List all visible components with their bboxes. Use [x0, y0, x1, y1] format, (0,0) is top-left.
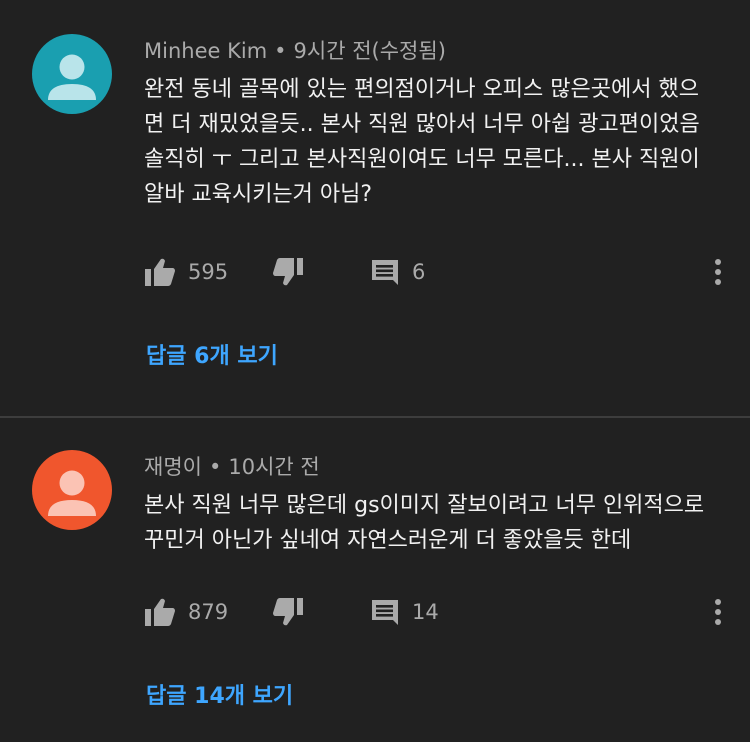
- thumbs-up-icon: [145, 598, 175, 626]
- comment-item: Minhee Kim • 9시간 전(수정됨) 완전 동네 골목에 있는 편의점이거…: [0, 0, 750, 416]
- avatar[interactable]: [32, 34, 112, 114]
- view-replies-link[interactable]: 답글 14개 보기: [146, 678, 293, 710]
- comment-text-line: 완전 동네 골목에 있는 편의점이거나 오피스 많은곳에서 했으: [144, 77, 699, 102]
- thumbs-down-icon: [273, 598, 303, 626]
- reply-button[interactable]: 14: [370, 592, 439, 632]
- avatar-person-icon: [32, 34, 112, 114]
- comment-time: 9시간 전(수정됨): [293, 39, 446, 63]
- like-button[interactable]: 879: [144, 592, 228, 632]
- meta-separator: •: [274, 39, 287, 63]
- comment-actions: 879 14: [144, 592, 750, 632]
- more-options-button[interactable]: [714, 252, 722, 292]
- avatar-person-icon: [32, 450, 112, 530]
- thumbs-down-icon: [273, 258, 303, 286]
- dislike-button[interactable]: [272, 592, 304, 632]
- comment-icon: [372, 260, 398, 285]
- comment-text-line: 본사 직원 너무 많은데 gs이미지 잘보이려고 너무 인위적으로: [144, 493, 705, 518]
- comment-text-line: 면 더 재밌었을듯.. 본사 직원 많아서 너무 아쉽 광고편이었음: [144, 112, 700, 137]
- reply-count: 14: [412, 600, 439, 624]
- thumbs-up-icon: [145, 258, 175, 286]
- comment-text-line: 솔직히 ㅜ 그리고 본사직원이여도 너무 모른다... 본사 직원이: [144, 147, 700, 172]
- avatar[interactable]: [32, 450, 112, 530]
- like-count: 879: [188, 600, 229, 624]
- comment-actions: 595 6: [144, 252, 750, 292]
- view-replies-link[interactable]: 답글 6개 보기: [146, 338, 278, 370]
- comment-text: 본사 직원 너무 많은데 gs이미지 잘보이려고 너무 인위적으로 꾸민거 아닌…: [144, 488, 724, 558]
- like-button[interactable]: 595: [144, 252, 228, 292]
- comment-meta: 재명이 • 10시간 전: [144, 451, 320, 481]
- more-vert-icon: [715, 599, 721, 625]
- comment-meta: Minhee Kim • 9시간 전(수정됨): [144, 35, 446, 65]
- author-name[interactable]: Minhee Kim: [144, 39, 267, 63]
- dislike-button[interactable]: [272, 252, 304, 292]
- comment-item: 재명이 • 10시간 전 본사 직원 너무 많은데 gs이미지 잘보이려고 너무 인…: [0, 418, 750, 742]
- reply-count: 6: [412, 260, 426, 284]
- author-name[interactable]: 재명이: [144, 455, 202, 479]
- more-vert-icon: [715, 259, 721, 285]
- comment-text-line: 알바 교육시키는거 아님?: [144, 182, 373, 207]
- reply-button[interactable]: 6: [370, 252, 425, 292]
- comment-text-line: 꾸민거 아닌가 싶네여 자연스러운게 더 좋았을듯 한데: [144, 528, 632, 553]
- comment-icon: [372, 600, 398, 625]
- like-count: 595: [188, 260, 229, 284]
- more-options-button[interactable]: [714, 592, 722, 632]
- comment-text: 완전 동네 골목에 있는 편의점이거나 오피스 많은곳에서 했으 면 더 재밌었…: [144, 72, 724, 212]
- meta-separator: •: [208, 455, 222, 479]
- comment-time: 10시간 전: [228, 455, 320, 479]
